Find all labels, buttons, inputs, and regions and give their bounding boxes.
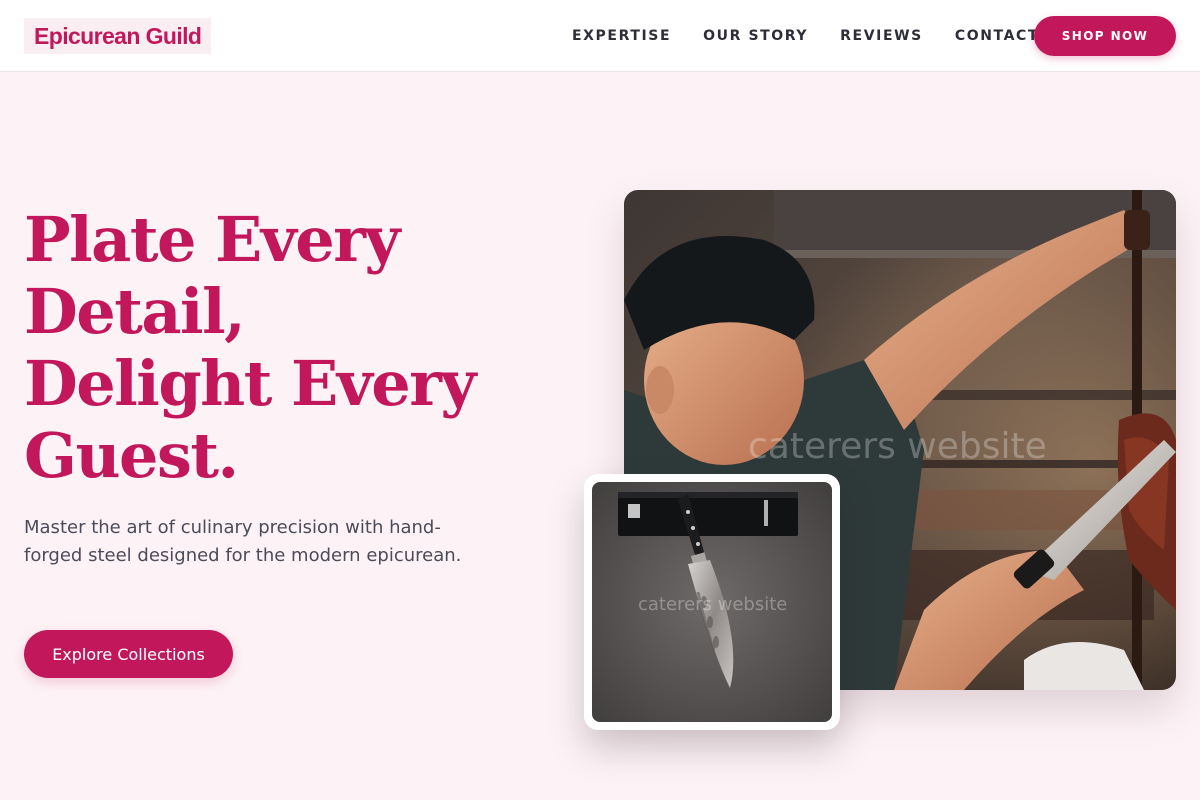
explore-collections-button[interactable]: Explore Collections xyxy=(24,630,233,678)
nav-link-our-story[interactable]: OUR STORY xyxy=(703,24,808,48)
hero-headline-line: Guest. xyxy=(24,419,239,492)
nav-link-expertise[interactable]: EXPERTISE xyxy=(572,24,671,48)
site-header: Epicurean Guild EXPERTISE OUR STORY REVI… xyxy=(0,0,1200,72)
nav-link-reviews[interactable]: REVIEWS xyxy=(840,24,923,48)
main-nav: EXPERTISE OUR STORY REVIEWS CONTACT xyxy=(572,24,1039,48)
inset-photo-watermark: caterers website xyxy=(638,594,788,615)
brand-logo[interactable]: Epicurean Guild xyxy=(24,18,212,54)
hero-headline-line: Delight Every xyxy=(24,347,476,420)
knife-product-card: caterers website xyxy=(584,474,840,730)
nav-link-contact[interactable]: CONTACT xyxy=(955,24,1039,48)
knife-product-photo: caterers website xyxy=(592,482,832,722)
hero-headline-line: Detail, xyxy=(24,275,246,348)
shop-now-button[interactable]: SHOP NOW xyxy=(1034,16,1176,56)
hero-headline: Plate Every Detail, Delight Every Guest. xyxy=(24,204,544,492)
hero-headline-line: Plate Every xyxy=(24,203,400,276)
hero-subtext: Master the art of culinary precision wit… xyxy=(24,517,462,566)
